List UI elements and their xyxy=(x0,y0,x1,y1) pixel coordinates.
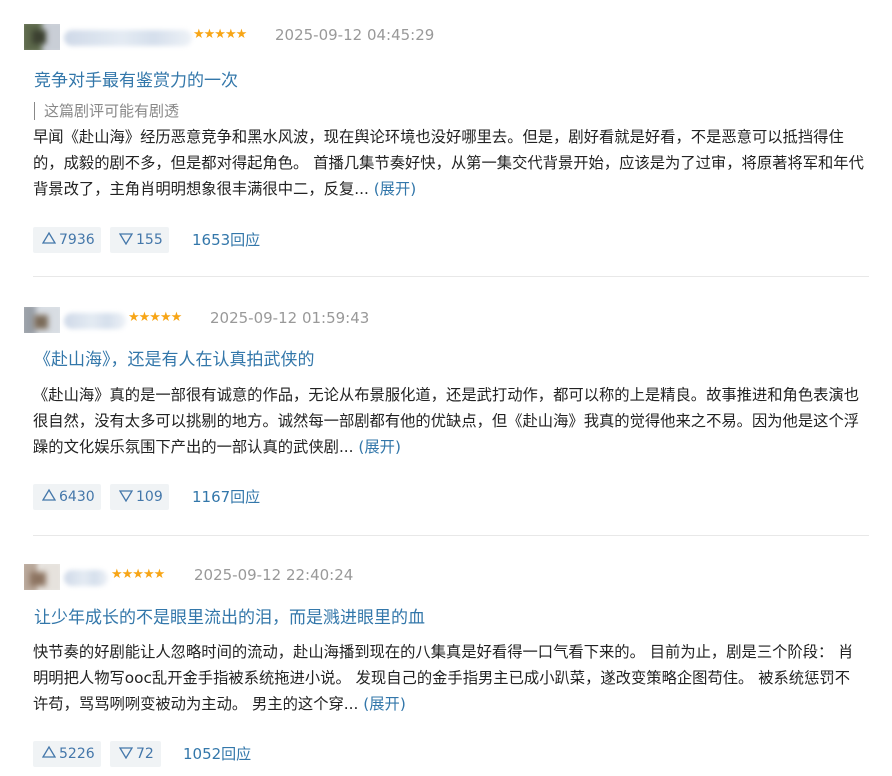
excerpt-text: 早闻《赴山海》经历恶意竞争和黑水风波，现在舆论环境也没好哪里去。但是，剧好看就是… xyxy=(33,128,864,198)
triangle-up-icon xyxy=(42,488,56,501)
excerpt-text: 快节奏的好剧能让人忽略时间的流动，赴山海播到现在的八集真是好看得一口气看下来的。… xyxy=(33,643,854,713)
triangle-down-icon xyxy=(119,233,133,245)
spoiler-warning: 这篇剧评可能有剧透 xyxy=(34,102,179,120)
expand-link[interactable]: (展开) xyxy=(358,438,401,456)
upvote-button[interactable]: 5226 xyxy=(33,741,101,767)
triangle-down-icon xyxy=(119,747,133,759)
replies-link[interactable]: 1653回应 xyxy=(192,227,260,253)
downvote-button[interactable]: 109 xyxy=(110,484,169,510)
upvote-button[interactable]: 6430 xyxy=(33,484,101,510)
username-blurred[interactable] xyxy=(64,30,192,46)
review-time: 2025-09-12 22:40:24 xyxy=(194,566,354,584)
rating-stars: ★★★★★ xyxy=(128,310,182,325)
review-excerpt: 早闻《赴山海》经历恶意竞争和黑水风波，现在舆论环境也没好哪里去。但是，剧好看就是… xyxy=(33,124,865,202)
rating-stars: ★★★★★ xyxy=(111,567,165,582)
upvote-count: 7936 xyxy=(59,232,95,248)
triangle-up-icon xyxy=(42,745,56,758)
triangle-up-icon xyxy=(42,231,56,244)
expand-link[interactable]: (展开) xyxy=(374,180,417,198)
review-time: 2025-09-12 01:59:43 xyxy=(210,309,370,327)
downvote-count: 155 xyxy=(136,232,163,248)
review-list: ★★★★★ 2025-09-12 04:45:29 竞争对手最有鉴赏力的一次 这… xyxy=(0,0,892,776)
review-time: 2025-09-12 04:45:29 xyxy=(275,26,435,44)
review-title-link[interactable]: 让少年成长的不是眼里流出的泪，而是溅进眼里的血 xyxy=(34,603,425,628)
rating-stars: ★★★★★ xyxy=(193,27,247,42)
excerpt-text: 《赴山海》真的是一部很有诚意的作品，无论从布景服化道，还是武打动作，都可以称的上… xyxy=(33,386,860,456)
downvote-button[interactable]: 155 xyxy=(110,227,169,253)
divider xyxy=(33,276,869,277)
expand-link[interactable]: (展开) xyxy=(363,695,406,713)
downvote-count: 109 xyxy=(136,489,163,505)
replies-link[interactable]: 1167回应 xyxy=(192,484,260,510)
upvote-button[interactable]: 7936 xyxy=(33,227,101,253)
review-title-link[interactable]: 竞争对手最有鉴赏力的一次 xyxy=(34,66,238,91)
downvote-count: 72 xyxy=(136,746,154,762)
divider xyxy=(33,535,869,536)
avatar[interactable] xyxy=(24,24,60,50)
upvote-count: 5226 xyxy=(59,746,95,762)
triangle-down-icon xyxy=(119,490,133,502)
avatar[interactable] xyxy=(24,564,60,590)
avatar[interactable] xyxy=(24,307,60,333)
review-excerpt: 快节奏的好剧能让人忽略时间的流动，赴山海播到现在的八集真是好看得一口气看下来的。… xyxy=(33,639,865,717)
downvote-button[interactable]: 72 xyxy=(110,741,161,767)
replies-link[interactable]: 1052回应 xyxy=(183,741,251,767)
upvote-count: 6430 xyxy=(59,489,95,505)
username-blurred[interactable] xyxy=(64,313,126,329)
username-blurred[interactable] xyxy=(64,570,108,586)
review-excerpt: 《赴山海》真的是一部很有诚意的作品，无论从布景服化道，还是武打动作，都可以称的上… xyxy=(33,382,865,460)
review-title-link[interactable]: 《赴山海》，还是有人在认真拍武侠的 xyxy=(34,345,315,370)
